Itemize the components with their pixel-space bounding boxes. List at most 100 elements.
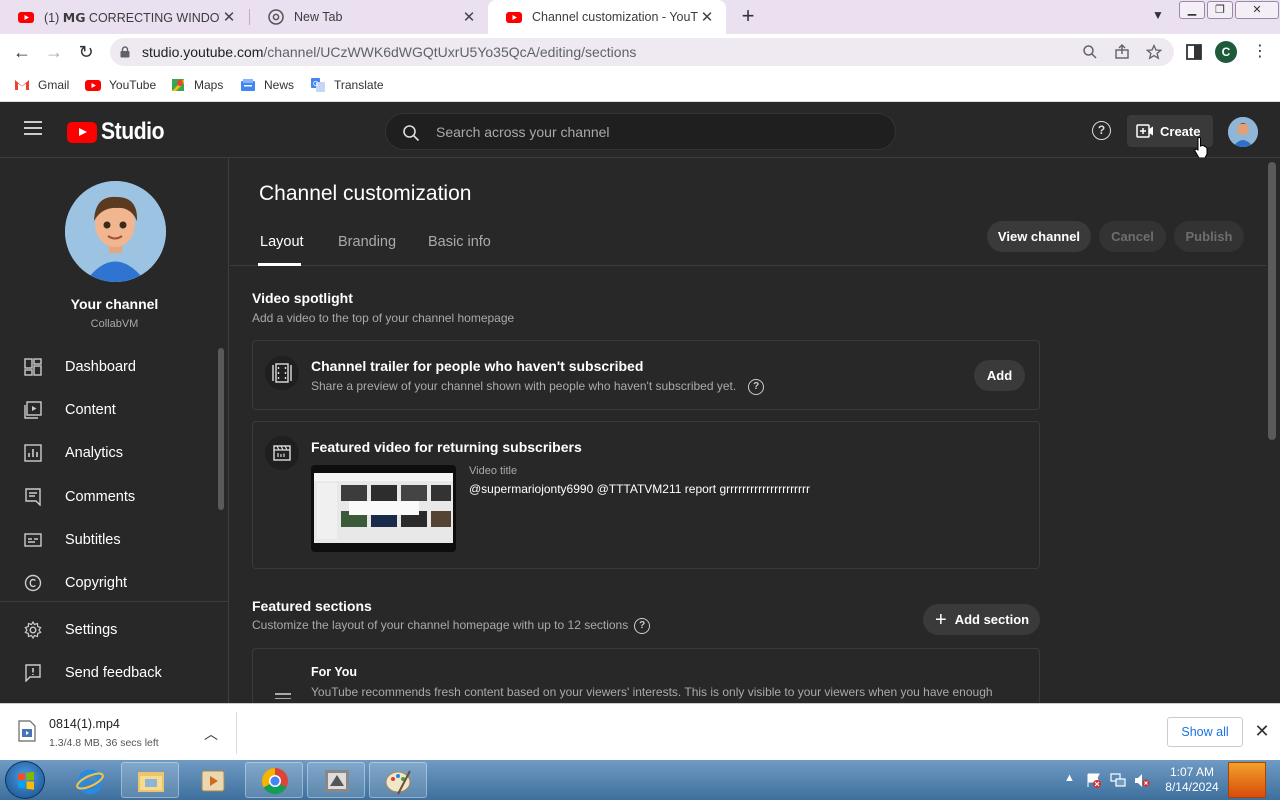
restore-button[interactable]: ❐ [1207,1,1233,19]
video-spotlight-description: Add a video to the top of your channel h… [252,311,515,325]
add-trailer-button[interactable]: Add [974,360,1025,391]
close-window-button[interactable]: ✕ [1235,1,1279,19]
channel-search[interactable] [385,113,896,150]
cancel-button[interactable]: Cancel [1099,221,1166,252]
clock-time: 1:07 AM [1169,765,1215,779]
sidebar-scrollbar[interactable] [218,348,224,510]
taskbar-app[interactable] [307,762,365,798]
side-panel-icon[interactable] [1184,42,1204,62]
start-button[interactable] [5,761,45,799]
close-icon[interactable]: ✕ [1254,720,1270,742]
featured-sections-description: Customize the layout of your channel hom… [252,618,629,633]
view-channel-button[interactable]: View channel [987,221,1091,252]
publish-button[interactable]: Publish [1174,221,1244,252]
forward-arrow-icon[interactable]: → [42,40,66,64]
help-circle-icon[interactable]: ? [748,379,765,395]
tab-title: Channel customization - YouTube [532,10,698,24]
tab-search-chevron-icon[interactable]: ▼ [1152,8,1164,22]
browser-menu-icon[interactable]: ⋮ [1252,42,1268,62]
sidebar-item-subtitles[interactable]: Subtitles [0,520,220,560]
zoom-icon[interactable] [1082,44,1098,60]
sidebar-item-send-feedback[interactable]: Send feedback [0,653,220,693]
show-hidden-icons[interactable]: ▲ [1064,772,1075,784]
taskbar-media-player[interactable] [183,762,241,798]
taskbar-chrome[interactable] [245,762,303,798]
download-filename[interactable]: 0814(1).mp4 [49,717,120,731]
sidebar-item-label: Subtitles [65,532,121,548]
close-tab-icon[interactable]: ✕ [698,8,716,26]
add-section-button[interactable]: + Add section [923,604,1040,635]
chrome-icon [268,9,284,25]
bookmark-star-icon[interactable] [1146,44,1162,60]
channel-avatar[interactable] [65,181,166,282]
youtube-logo-icon [67,121,97,143]
bookmark-maps[interactable]: Maps [170,77,223,93]
bookmark-translate[interactable]: G Translate [310,77,384,93]
video-thumbnail[interactable] [311,465,456,552]
tab-basic-info[interactable]: Basic info [428,234,491,250]
bookmark-youtube[interactable]: YouTube [85,77,156,93]
channel-trailer-card: Channel trailer for people who haven't s… [252,340,1040,410]
sidebar-item-settings[interactable]: Settings [0,610,220,650]
share-icon[interactable] [1114,44,1130,60]
search-icon [403,125,420,142]
sidebar-item-copyright[interactable]: Copyright [0,563,220,603]
main-scrollbar[interactable] [1268,162,1276,440]
channel-handle: CollabVM [90,318,139,330]
sidebar-item-analytics[interactable]: Analytics [0,433,220,473]
taskbar-paint[interactable] [369,762,427,798]
sidebar-item-comments[interactable]: Comments [0,477,220,517]
back-arrow-icon[interactable]: ← [10,40,34,64]
browser-tab-1[interactable]: (1) 𝗠𝗚 CORRECTING WINDOWS ✕ [0,0,248,34]
account-avatar[interactable] [1228,117,1258,147]
download-bar: 0814(1).mp4 1.3/4.8 MB, 36 secs left ︿ S… [0,703,1280,760]
bookmark-gmail[interactable]: Gmail [14,77,69,93]
network-icon[interactable] [1110,773,1126,788]
sidebar-item-label: Comments [65,489,136,505]
help-icon[interactable]: ? [1092,121,1111,140]
browser-tab-3[interactable]: Channel customization - YouTube ✕ [488,0,726,34]
sidebar-item-dashboard[interactable]: Dashboard [0,347,220,387]
for-you-section-card[interactable]: For You YouTube recommends fresh content… [252,648,1040,703]
customization-main: Channel customization Layout Branding Ba… [230,158,1266,703]
minimize-button[interactable]: ▁ [1179,1,1205,19]
taskbar-explorer[interactable] [121,762,179,798]
tab-branding[interactable]: Branding [338,234,396,250]
chevron-up-icon[interactable]: ︿ [204,724,218,744]
clapperboard-icon [273,445,291,461]
youtube-icon [506,12,522,23]
news-icon [241,79,255,91]
taskbar-internet-explorer[interactable] [60,762,118,798]
search-input[interactable] [436,122,866,142]
address-bar[interactable]: studio.youtube.com/channel/UCzWWK6dWGQtU… [110,38,1174,66]
plus-icon: + [935,608,947,631]
sidebar-item-label: Dashboard [65,359,136,375]
featured-video-card: Featured video for returning subscribers… [252,421,1040,569]
url-text[interactable]: studio.youtube.com/channel/UCzWWK6dWGQtU… [142,44,636,60]
show-desktop-button[interactable] [1228,762,1266,798]
drag-handle-icon[interactable] [275,693,291,701]
action-center-flag-icon[interactable] [1086,773,1102,788]
show-all-button[interactable]: Show all [1167,717,1243,747]
media-player-icon [201,770,225,792]
help-circle-icon[interactable]: ? [634,618,651,634]
browser-tab-2[interactable]: New Tab ✕ [250,0,488,34]
system-clock[interactable]: 1:07 AM 8/14/2024 [1160,765,1224,795]
reload-icon[interactable]: ↻ [74,40,98,64]
new-tab-button[interactable]: + [737,5,759,27]
mouse-cursor-icon [1194,137,1208,159]
profile-avatar[interactable]: C [1215,41,1237,63]
close-tab-icon[interactable]: ✕ [220,8,238,26]
studio-logo[interactable]: Studio [67,118,173,146]
hamburger-menu-icon[interactable] [24,121,42,135]
bookmark-news[interactable]: News [240,77,294,93]
close-tab-icon[interactable]: ✕ [460,8,478,26]
gmail-icon [15,80,29,90]
feedback-icon [25,664,41,682]
video-title-label: Video title [469,465,518,477]
translate-icon: G [311,78,325,92]
tab-layout[interactable]: Layout [260,234,304,250]
volume-muted-icon[interactable] [1134,773,1150,788]
sidebar-item-content[interactable]: Content [0,390,220,430]
sidebar-item-label: Analytics [65,445,124,461]
